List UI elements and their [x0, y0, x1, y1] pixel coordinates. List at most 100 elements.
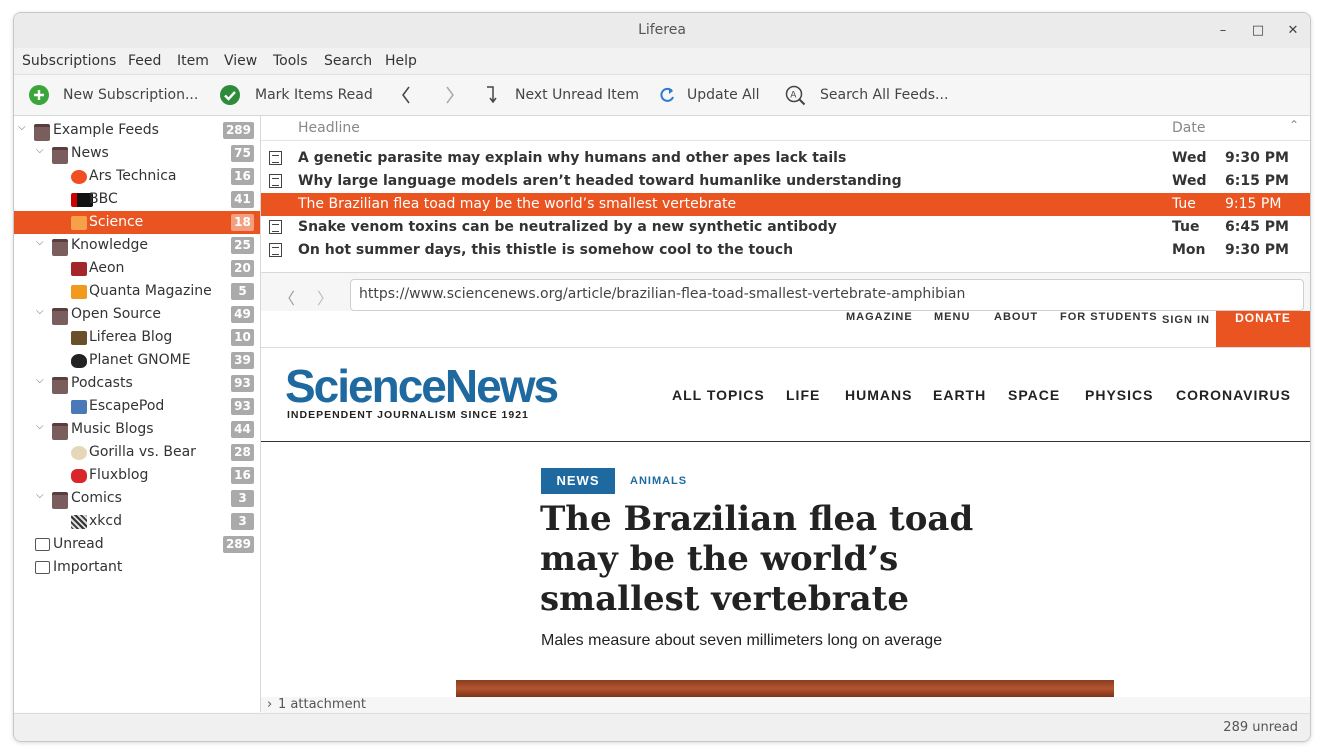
- menu-link[interactable]: MENU: [934, 311, 970, 323]
- feed-aeon[interactable]: Aeon 20: [14, 257, 260, 280]
- site-logo[interactable]: ScienceNews: [285, 361, 559, 411]
- headline-row[interactable]: On hot summer days, this thistle is some…: [261, 239, 1310, 262]
- for-students-link[interactable]: FOR STUDENTS: [1060, 311, 1158, 323]
- feed-ars-technica[interactable]: Ars Technica 16: [14, 165, 260, 188]
- close-button[interactable]: ✕: [1284, 22, 1302, 40]
- quanta-icon: [71, 285, 87, 299]
- article-hero-image: [456, 680, 1114, 697]
- feed-folder-comics[interactable]: ⌵ Comics 3: [14, 487, 260, 510]
- search-folder-icon: [35, 561, 50, 574]
- expander-icon[interactable]: ⌵: [36, 490, 44, 501]
- nav-coronavirus[interactable]: CORONAVIRUS: [1176, 387, 1291, 403]
- menu-item[interactable]: Item: [177, 53, 209, 69]
- feed-bbc[interactable]: BBC 41: [14, 188, 260, 211]
- article-webview: MAGAZINE MENU ABOUT FOR STUDENTS SIGN IN…: [261, 311, 1310, 697]
- expander-icon[interactable]: ⌵: [36, 145, 44, 156]
- article-icon: [269, 243, 282, 257]
- about-link[interactable]: ABOUT: [994, 311, 1038, 323]
- article-headline: The Brazilian flea toad may be the world…: [540, 499, 974, 619]
- liferea-blog-icon: [71, 331, 87, 345]
- menu-search[interactable]: Search: [324, 53, 372, 69]
- nav-earth[interactable]: EARTH: [933, 387, 986, 403]
- maximize-button[interactable]: □: [1249, 22, 1267, 40]
- refresh-icon: [660, 87, 674, 102]
- sign-in-link[interactable]: SIGN IN: [1162, 314, 1210, 326]
- feed-xkcd[interactable]: xkcd 3: [14, 510, 260, 533]
- search-folder-important[interactable]: Important: [14, 556, 260, 579]
- folder-icon: [52, 377, 68, 394]
- next-unread-icon: [487, 86, 497, 104]
- headline-column-header[interactable]: Headline: [298, 120, 360, 136]
- menu-view[interactable]: View: [224, 53, 257, 69]
- new-subscription-button[interactable]: New Subscription...: [28, 84, 198, 106]
- feed-folder-knowledge[interactable]: ⌵ Knowledge 25: [14, 234, 260, 257]
- headline-list: Headline Date ⌃ A genetic parasite may e…: [261, 116, 1310, 273]
- expander-icon[interactable]: ⌵: [36, 237, 44, 248]
- update-all-button[interactable]: Update All: [656, 84, 766, 106]
- forward-button[interactable]: [439, 84, 461, 106]
- nav-space[interactable]: SPACE: [1008, 387, 1060, 403]
- menu-help[interactable]: Help: [385, 53, 417, 69]
- attachment-bar[interactable]: › 1 attachment: [261, 697, 1310, 713]
- expander-icon[interactable]: ⌵: [18, 122, 26, 133]
- expander-icon[interactable]: ⌵: [36, 375, 44, 386]
- feed-liferea-blog[interactable]: Liferea Blog 10: [14, 326, 260, 349]
- menu-subscriptions[interactable]: Subscriptions: [22, 53, 116, 69]
- headline-row[interactable]: Snake venom toxins can be neutralized by…: [261, 216, 1310, 239]
- feed-fluxblog[interactable]: Fluxblog 16: [14, 464, 260, 487]
- chevron-right-icon: ›: [267, 697, 273, 712]
- fluxblog-icon: [71, 469, 87, 483]
- feed-folder-podcasts[interactable]: ⌵ Podcasts 93: [14, 372, 260, 395]
- menu-feed[interactable]: Feed: [128, 53, 161, 69]
- gorilla-vs-bear-icon: [71, 446, 87, 460]
- site-top-bar: MAGAZINE MENU ABOUT FOR STUDENTS SIGN IN…: [261, 311, 1310, 348]
- folder-icon: [52, 147, 68, 164]
- nav-all-topics[interactable]: ALL TOPICS: [672, 387, 765, 403]
- toolbar: New Subscription... Mark Items Read Next…: [14, 75, 1310, 116]
- article-dek: Males measure about seven millimeters lo…: [541, 632, 943, 649]
- minimize-button[interactable]: –: [1214, 22, 1232, 40]
- feed-folder-news[interactable]: ⌵ News 75: [14, 142, 260, 165]
- sort-ascending-icon[interactable]: ⌃: [1289, 118, 1299, 132]
- chevron-right-icon: [446, 86, 454, 104]
- feed-list: ⌵ Example Feeds 289 ⌵ News 75 Ars Techni…: [14, 116, 261, 712]
- feed-folder-open-source[interactable]: ⌵ Open Source 49: [14, 303, 260, 326]
- window-title: Liferea: [638, 22, 686, 38]
- nav-physics[interactable]: PHYSICS: [1085, 387, 1153, 403]
- feed-planet-gnome[interactable]: Planet GNOME 39: [14, 349, 260, 372]
- site-tagline: INDEPENDENT JOURNALISM SINCE 1921: [287, 409, 529, 421]
- donate-button[interactable]: DONATE: [1216, 311, 1310, 347]
- category-link[interactable]: ANIMALS: [630, 475, 687, 487]
- news-badge[interactable]: NEWS: [541, 468, 615, 494]
- date-column-header[interactable]: Date: [1172, 120, 1205, 136]
- add-icon: [29, 85, 49, 105]
- feed-escapepod[interactable]: EscapePod 93: [14, 395, 260, 418]
- magazine-link[interactable]: MAGAZINE: [846, 311, 913, 323]
- search-folder-unread[interactable]: Unread 289: [14, 533, 260, 556]
- headline-list-header: Headline Date ⌃: [261, 116, 1310, 141]
- folder-icon: [34, 124, 50, 141]
- menu-tools[interactable]: Tools: [273, 53, 308, 69]
- headline-row[interactable]: Why large language models aren’t headed …: [261, 170, 1310, 193]
- feed-gorilla-vs-bear[interactable]: Gorilla vs. Bear 28: [14, 441, 260, 464]
- ars-technica-icon: [71, 170, 87, 184]
- feed-folder-music-blogs[interactable]: ⌵ Music Blogs 44: [14, 418, 260, 441]
- mark-items-read-button[interactable]: Mark Items Read: [219, 84, 373, 106]
- nav-life[interactable]: LIFE: [786, 387, 820, 403]
- article-icon: [269, 220, 282, 234]
- headline-row-selected[interactable]: The Brazilian flea toad may be the world…: [261, 193, 1310, 216]
- feed-folder-example-feeds[interactable]: ⌵ Example Feeds 289: [14, 119, 260, 142]
- search-all-feeds-button[interactable]: A Search All Feeds...: [784, 84, 954, 106]
- next-unread-button[interactable]: Next Unread Item: [482, 84, 642, 106]
- url-field[interactable]: https://www.sciencenews.org/article/braz…: [350, 279, 1304, 311]
- nav-humans[interactable]: HUMANS: [845, 387, 912, 403]
- feed-quanta-magazine[interactable]: Quanta Magazine 5: [14, 280, 260, 303]
- search-folder-icon: [35, 538, 50, 551]
- expander-icon[interactable]: ⌵: [36, 306, 44, 317]
- expander-icon[interactable]: ⌵: [36, 421, 44, 432]
- back-button[interactable]: [395, 84, 417, 106]
- browser-forward-icon[interactable]: 〉: [317, 285, 333, 309]
- feed-science[interactable]: Science 18: [14, 211, 260, 234]
- headline-row[interactable]: A genetic parasite may explain why human…: [261, 147, 1310, 170]
- browser-back-icon[interactable]: 〈: [279, 285, 295, 309]
